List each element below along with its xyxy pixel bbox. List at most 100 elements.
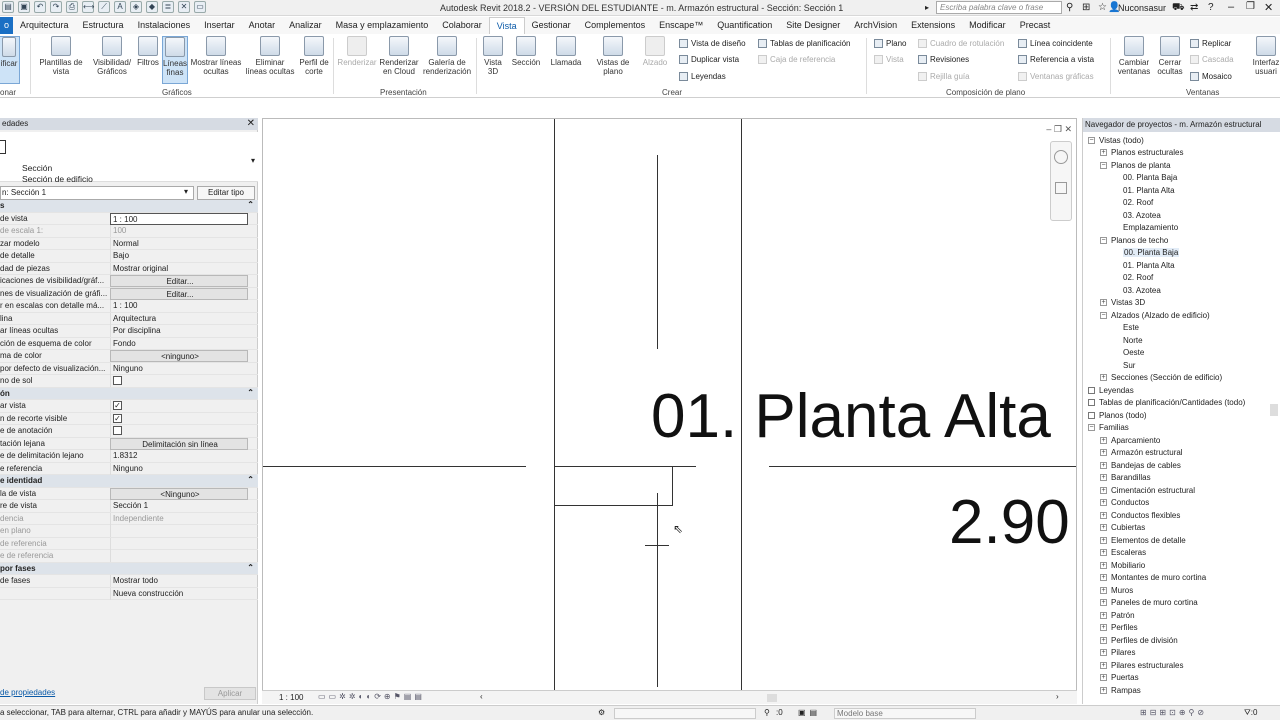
browser-node[interactable]: 00. Planta Baja bbox=[1112, 172, 1177, 184]
callout-button[interactable]: Llamada bbox=[546, 36, 586, 67]
tab-insertar[interactable]: Insertar bbox=[197, 17, 242, 34]
tab-quantification[interactable]: Quantification bbox=[710, 17, 779, 34]
tab-instalaciones[interactable]: Instalaciones bbox=[131, 17, 198, 34]
tab-extensions[interactable]: Extensions bbox=[904, 17, 962, 34]
viewports-button[interactable]: Ventanas gráficas bbox=[1018, 72, 1094, 81]
collapse-icon[interactable]: ⌃ bbox=[247, 388, 254, 397]
browser-node[interactable]: − Planos de techo bbox=[1100, 234, 1168, 246]
expand-icon[interactable]: + bbox=[1100, 486, 1107, 494]
browser-node[interactable]: + Puertas bbox=[1100, 672, 1139, 684]
expand-icon[interactable]: + bbox=[1100, 636, 1107, 644]
browser-node[interactable]: Este bbox=[1112, 322, 1139, 334]
property-group[interactable]: por fases ⌃ bbox=[0, 562, 258, 575]
browser-node[interactable]: + Conductos bbox=[1100, 497, 1149, 509]
selection-toggle-icons[interactable]: ⊞⊟⊞⊡⊕⚲⊘ bbox=[1140, 706, 1207, 720]
plan-views-button[interactable]: Vistas de plano bbox=[594, 36, 632, 76]
view-reference-button[interactable]: Referencia a vista bbox=[1018, 55, 1094, 64]
scroll-left-icon[interactable]: ‹ bbox=[480, 692, 483, 701]
save-icon[interactable]: ▣ bbox=[18, 1, 30, 13]
property-value[interactable]: Mostrar original bbox=[110, 262, 248, 275]
browser-node[interactable]: + Muros bbox=[1100, 584, 1133, 596]
tab-estructura[interactable]: Estructura bbox=[76, 17, 131, 34]
browser-node[interactable]: + Vistas 3D bbox=[1100, 297, 1145, 309]
matchline-button[interactable]: Línea coincidente bbox=[1018, 39, 1093, 48]
expand-icon[interactable]: + bbox=[1100, 599, 1107, 606]
minimize-icon[interactable]: – bbox=[1228, 1, 1234, 13]
guide-grid-button[interactable]: Rejilla guía bbox=[918, 72, 970, 81]
show-hidden-lines-button[interactable]: Mostrar líneas ocultas bbox=[190, 36, 242, 76]
search-arrow-icon[interactable]: ▸ bbox=[925, 3, 929, 12]
edit-type-button[interactable]: Editar tipo bbox=[197, 186, 255, 200]
editing-icons[interactable]: ▣▤ bbox=[798, 706, 821, 720]
remove-hidden-lines-button[interactable]: Eliminar líneas ocultas bbox=[244, 36, 296, 76]
dropdown-icon[interactable]: ▾ bbox=[251, 156, 255, 165]
property-value[interactable]: Normal bbox=[110, 237, 248, 250]
thin-lines-button[interactable]: Líneas finas bbox=[162, 36, 188, 84]
expand-icon[interactable]: + bbox=[1100, 536, 1107, 544]
filter-icon[interactable]: ⛛:0 bbox=[1244, 706, 1257, 720]
tab-colaborar[interactable]: Colaborar bbox=[435, 17, 489, 34]
browser-node[interactable]: − Alzados (Alzado de edificio) bbox=[1100, 309, 1210, 321]
browser-node[interactable]: 03. Azotea bbox=[1112, 284, 1161, 296]
collapse-icon[interactable]: − bbox=[1088, 136, 1095, 144]
browser-node[interactable]: Tablas de planificación/Cantidades (todo… bbox=[1088, 397, 1245, 409]
undo-icon[interactable]: ↶ bbox=[34, 1, 46, 13]
property-value[interactable]: ✓ bbox=[110, 412, 248, 425]
collapse-icon[interactable]: ⌃ bbox=[247, 200, 254, 209]
zoom-icon[interactable] bbox=[1055, 182, 1067, 194]
property-edit-button[interactable]: <Ninguno> bbox=[110, 487, 248, 500]
collapse-icon[interactable]: ⌃ bbox=[247, 563, 254, 572]
scroll-right-icon[interactable]: › bbox=[1056, 692, 1059, 701]
browser-node[interactable]: 00. Planta Baja bbox=[1112, 247, 1180, 259]
section-button[interactable]: Sección bbox=[510, 36, 542, 67]
drafting-view-button[interactable]: Vista de diseño bbox=[679, 39, 746, 48]
thin-lines-icon[interactable]: ≣ bbox=[162, 1, 174, 13]
view-place-button[interactable]: Vista bbox=[874, 55, 904, 64]
expand-icon[interactable]: + bbox=[1100, 611, 1107, 619]
browser-node[interactable]: + Montantes de muro cortina bbox=[1100, 572, 1206, 584]
expand-icon[interactable]: + bbox=[1100, 574, 1107, 581]
expand-icon[interactable]: + bbox=[1100, 561, 1107, 569]
sheet-button[interactable]: Plano bbox=[874, 39, 906, 48]
scope-box-button[interactable]: Caja de referencia bbox=[758, 55, 835, 64]
cascade-button[interactable]: Cascada bbox=[1190, 55, 1234, 64]
steering-wheel-icon[interactable] bbox=[1054, 150, 1068, 164]
workset-icon[interactable]: ⚙ bbox=[598, 706, 605, 720]
browser-node[interactable]: + Aparcamiento bbox=[1100, 434, 1160, 446]
tab-archvision[interactable]: ArchVision bbox=[847, 17, 904, 34]
property-value[interactable]: Sección 1 bbox=[110, 500, 248, 512]
property-value[interactable]: ✓ bbox=[110, 400, 248, 412]
expand-icon[interactable]: + bbox=[1100, 674, 1107, 681]
filters-button[interactable]: Filtros bbox=[136, 36, 160, 67]
close-icon[interactable]: ✕ bbox=[1064, 124, 1072, 134]
expand-icon[interactable]: + bbox=[1100, 549, 1107, 556]
elevation-button[interactable]: Alzado bbox=[638, 36, 672, 67]
user-name[interactable]: Nuconsasur bbox=[1118, 3, 1166, 13]
browser-node[interactable]: Sur bbox=[1112, 359, 1135, 371]
render-cloud-button[interactable]: Renderizar en Cloud bbox=[378, 36, 420, 76]
browser-node[interactable]: 01. Planta Alta bbox=[1112, 184, 1175, 196]
browser-node[interactable]: + Mobiliario bbox=[1100, 559, 1145, 571]
browser-node[interactable]: − Vistas (todo) bbox=[1088, 134, 1144, 146]
browser-node[interactable]: + Elementos de detalle bbox=[1100, 534, 1186, 546]
tab-gestionar[interactable]: Gestionar bbox=[525, 17, 578, 34]
browser-node[interactable]: + Escaleras bbox=[1100, 547, 1146, 559]
restore-icon[interactable]: ❐ bbox=[1246, 1, 1255, 12]
duplicate-view-button[interactable]: Duplicar vista bbox=[679, 55, 739, 64]
tab-enscape[interactable]: Enscape™ bbox=[652, 17, 710, 34]
browser-node[interactable]: + Armazón estructural bbox=[1100, 447, 1183, 459]
close-icon[interactable]: ✕ bbox=[247, 118, 255, 130]
browser-node[interactable]: + Pilares estructurales bbox=[1100, 659, 1183, 671]
property-value[interactable]: 1 : 100 bbox=[110, 300, 248, 312]
view-control-icons[interactable]: ▭▭✲✲◐◐⟳⊕⚑▤▤ bbox=[318, 692, 425, 701]
modify-button[interactable]: ificar bbox=[0, 36, 20, 84]
tab-masa[interactable]: Masa y emplazamiento bbox=[329, 17, 436, 34]
property-value[interactable] bbox=[110, 375, 248, 387]
property-value[interactable]: Por disciplina bbox=[110, 325, 248, 337]
property-value[interactable]: Arquitectura bbox=[110, 312, 248, 325]
render-gallery-button[interactable]: Galería de renderización bbox=[420, 36, 474, 76]
tab-complementos[interactable]: Complementos bbox=[578, 17, 653, 34]
expand-icon[interactable]: + bbox=[1100, 661, 1107, 669]
property-checkbox[interactable] bbox=[113, 376, 122, 386]
expand-icon[interactable]: + bbox=[1100, 461, 1107, 469]
